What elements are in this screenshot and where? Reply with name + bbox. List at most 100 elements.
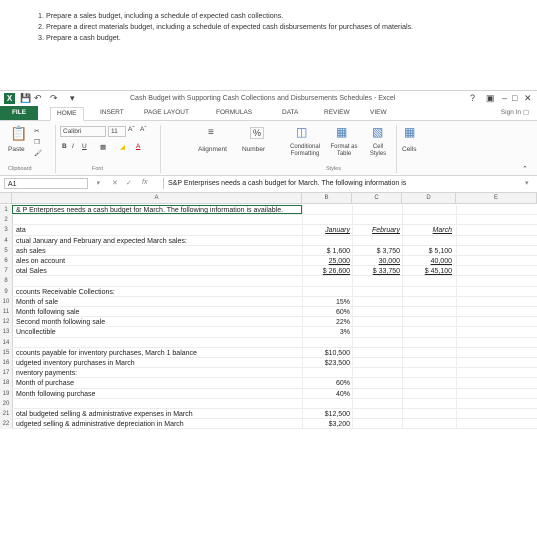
cell-b5[interactable]: $ 1,600	[302, 247, 350, 256]
cell-a9[interactable]: ccounts Receivable Collections:	[16, 288, 302, 297]
save-icon[interactable]: 💾	[20, 93, 31, 104]
cell-a18[interactable]: Month of purchase	[16, 379, 302, 388]
cell-b21[interactable]: $12,500	[302, 410, 350, 419]
cell-c3[interactable]: February	[352, 226, 400, 235]
shrink-font-icon[interactable]: Aˇ	[140, 126, 147, 133]
select-all-corner[interactable]	[0, 193, 12, 204]
tab-file[interactable]: FILE	[0, 106, 38, 120]
grow-font-icon[interactable]: Aˆ	[128, 126, 135, 133]
cell-a22[interactable]: udgeted selling & administrative depreci…	[16, 420, 302, 429]
cell-c6[interactable]: 30,000	[352, 257, 400, 266]
column-header-b[interactable]: B	[302, 193, 352, 204]
ribbon-display-button[interactable]: ▣	[486, 93, 495, 104]
minimize-button[interactable]: –	[502, 93, 507, 103]
cell-a4[interactable]: ctual January and February and expected …	[16, 237, 302, 246]
cell-a7[interactable]: otal Sales	[16, 267, 302, 276]
cell-d6[interactable]: 40,000	[402, 257, 452, 266]
cell-b11[interactable]: 60%	[302, 308, 350, 317]
column-header-a[interactable]: A	[12, 193, 302, 204]
bold-button[interactable]: B	[62, 143, 67, 150]
cell-a10[interactable]: Month of sale	[16, 298, 302, 307]
cell-a19[interactable]: Month following purchase	[16, 390, 302, 399]
cell-d5[interactable]: $ 5,100	[402, 247, 452, 256]
tab-page-layout[interactable]: PAGE LAYOUT	[144, 109, 189, 116]
cell-c7[interactable]: $ 33,750	[352, 267, 400, 276]
alignment-button[interactable]: Alignment	[198, 146, 227, 153]
formula-bar: A1 ▾ ✕ ✓ fx S&P Enterprises needs a cash…	[0, 176, 537, 193]
cell-b22[interactable]: $3,200	[302, 420, 350, 429]
tab-insert[interactable]: INSERT	[100, 109, 124, 116]
cell-styles-button[interactable]: Cell Styles	[364, 144, 392, 158]
restore-button[interactable]: □	[512, 93, 517, 103]
format-as-table-icon[interactable]: ▦	[336, 125, 347, 139]
format-as-table-button[interactable]: Format as Table	[326, 144, 362, 158]
cell-a11[interactable]: Month following sale	[16, 308, 302, 317]
cell-b15[interactable]: $10,500	[302, 349, 350, 358]
font-name-select[interactable]: Calibri	[60, 126, 106, 137]
cell-a16[interactable]: udgeted inventory purchases in March	[16, 359, 302, 368]
cell-d3[interactable]: March	[402, 226, 452, 235]
cell-b19[interactable]: 40%	[302, 390, 350, 399]
formula-input[interactable]: S&P Enterprises needs a cash budget for …	[163, 178, 534, 189]
column-header-c[interactable]: C	[352, 193, 402, 204]
paste-button[interactable]: Paste	[8, 146, 25, 153]
insert-function-icon[interactable]: fx	[142, 179, 147, 186]
fill-color-icon[interactable]: ◢	[120, 143, 125, 151]
underline-button[interactable]: U	[82, 143, 87, 150]
cancel-icon[interactable]: ✕	[112, 179, 118, 187]
font-size-select[interactable]: 11	[108, 126, 126, 137]
cell-b13[interactable]: 3%	[302, 328, 350, 337]
name-box[interactable]: A1	[4, 178, 88, 189]
cell-b16[interactable]: $23,500	[302, 359, 350, 368]
borders-icon[interactable]: ▦	[100, 143, 106, 151]
font-color-icon[interactable]: A	[136, 143, 140, 150]
tab-review[interactable]: REVIEW	[324, 109, 350, 116]
name-box-dropdown-icon[interactable]: ▾	[96, 179, 100, 187]
cell-b12[interactable]: 22%	[302, 318, 350, 327]
cell-b18[interactable]: 60%	[302, 379, 350, 388]
conditional-formatting-icon[interactable]: ◫	[296, 125, 307, 139]
collapse-ribbon-icon[interactable]: ⌃	[522, 165, 528, 173]
help-button[interactable]: ?	[470, 93, 475, 103]
tab-home[interactable]: HOME	[50, 107, 84, 121]
cells-icon[interactable]: ▦	[404, 125, 415, 139]
cell-b7[interactable]: $ 26,600	[302, 267, 350, 276]
enter-icon[interactable]: ✓	[126, 179, 132, 187]
column-header-e[interactable]: E	[456, 193, 537, 204]
sign-in-link[interactable]: Sign In ▢	[501, 108, 529, 116]
group-styles: Styles	[326, 166, 341, 172]
expand-formula-bar-icon[interactable]: ▾	[525, 179, 529, 187]
cell-a21[interactable]: otal budgeted selling & administrative e…	[16, 410, 302, 419]
italic-button[interactable]: I	[72, 143, 74, 150]
cell-c5[interactable]: $ 3,750	[352, 247, 400, 256]
cell-a3[interactable]: ata	[16, 226, 302, 235]
cut-icon[interactable]: ✂	[34, 127, 39, 135]
undo-icon[interactable]: ↶	[34, 93, 42, 104]
column-header-d[interactable]: D	[402, 193, 456, 204]
cell-d7[interactable]: $ 45,100	[402, 267, 452, 276]
cell-b10[interactable]: 15%	[302, 298, 350, 307]
cell-a5[interactable]: ash sales	[16, 247, 302, 256]
cell-styles-icon[interactable]: ▧	[372, 125, 383, 139]
tab-formulas[interactable]: FORMULAS	[216, 109, 252, 116]
cell-a12[interactable]: Second month following sale	[16, 318, 302, 327]
conditional-formatting-button[interactable]: Conditional Formatting	[280, 144, 330, 158]
customize-qat-icon[interactable]: ▾	[70, 93, 75, 104]
cell-a13[interactable]: Uncollectible	[16, 328, 302, 337]
redo-icon[interactable]: ↷	[50, 93, 58, 104]
cells-button[interactable]: Cells	[402, 146, 416, 153]
cell-a15[interactable]: ccounts payable for inventory purchases,…	[16, 349, 302, 358]
cell-b6[interactable]: 25,000	[302, 257, 350, 266]
cell-a17[interactable]: nventory payments:	[16, 369, 302, 378]
close-button[interactable]: ✕	[524, 93, 532, 104]
number-button[interactable]: Number	[242, 146, 265, 153]
cell-b3[interactable]: January	[302, 226, 350, 235]
paste-icon[interactable]: 📋	[10, 125, 27, 142]
tab-view[interactable]: VIEW	[370, 109, 387, 116]
format-painter-icon[interactable]: 🖌	[34, 149, 42, 157]
alignment-icon[interactable]: ≡	[208, 127, 214, 138]
copy-icon[interactable]: ❐	[34, 138, 40, 146]
tab-data[interactable]: DATA	[282, 109, 298, 116]
number-format-icon[interactable]: %	[250, 127, 265, 139]
cell-a6[interactable]: ales on account	[16, 257, 302, 266]
